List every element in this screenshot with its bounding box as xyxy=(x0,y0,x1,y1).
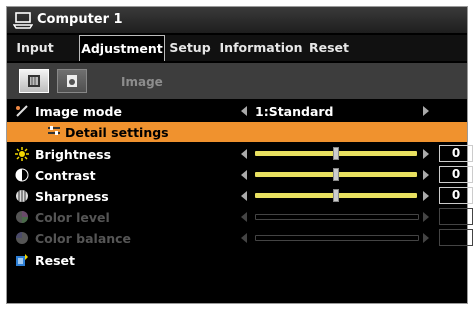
row-brightness[interactable]: Brightness 0 xyxy=(7,144,473,164)
options-icon xyxy=(67,75,77,87)
row-contrast[interactable]: Contrast 0 xyxy=(7,165,473,185)
row-reset[interactable]: Reset xyxy=(7,250,467,270)
image-mode-label: Image mode xyxy=(35,104,122,119)
brightness-value: 0 xyxy=(439,145,473,162)
contrast-label: Contrast xyxy=(35,168,96,183)
left-arrow-icon xyxy=(241,212,247,222)
row-image-mode[interactable]: Image mode 1:Standard xyxy=(7,101,467,121)
computer-input-icon xyxy=(13,12,33,29)
color-level-value xyxy=(439,208,473,225)
brightness-slider-thumb[interactable] xyxy=(333,147,339,160)
sharpness-icon xyxy=(16,190,28,202)
tab-bar: Input Adjustment Setup Information Reset xyxy=(7,35,467,61)
image-adjust-icon xyxy=(28,75,40,87)
detail-settings-label: Detail settings xyxy=(65,125,169,140)
sharpness-slider-thumb[interactable] xyxy=(333,189,339,202)
options-subtab-button[interactable] xyxy=(57,69,87,93)
window-title: Computer 1 xyxy=(37,12,123,27)
tab-adjustment[interactable]: Adjustment xyxy=(79,35,165,61)
row-sharpness[interactable]: Sharpness 0 xyxy=(7,186,473,206)
right-arrow-icon xyxy=(423,233,429,243)
brightness-sun-icon xyxy=(15,147,29,161)
left-arrow-icon[interactable] xyxy=(241,149,247,159)
detail-settings-icon xyxy=(48,126,60,135)
tab-information[interactable]: Information xyxy=(219,35,303,61)
left-arrow-icon xyxy=(241,233,247,243)
row-color-balance: Color balance xyxy=(7,228,473,248)
image-mode-value: 1:Standard xyxy=(255,104,334,119)
right-arrow-icon[interactable] xyxy=(423,191,429,201)
left-arrow-icon[interactable] xyxy=(241,191,247,201)
image-mode-icon xyxy=(16,105,28,117)
right-arrow-icon[interactable] xyxy=(423,106,429,116)
color-balance-label: Color balance xyxy=(35,231,132,246)
projector-osd-menu: Computer 1 Input Adjustment Setup Inform… xyxy=(6,6,473,304)
color-balance-icon xyxy=(16,232,28,244)
image-subtab-button[interactable] xyxy=(19,69,49,93)
contrast-slider-thumb[interactable] xyxy=(333,168,339,181)
sharpness-value: 0 xyxy=(439,187,473,204)
screen-frame: Computer 1 Input Adjustment Setup Inform… xyxy=(0,0,474,310)
contrast-icon xyxy=(15,168,29,182)
title-bar: Computer 1 xyxy=(7,7,467,33)
row-detail-settings[interactable]: Detail settings xyxy=(7,122,467,142)
right-arrow-icon[interactable] xyxy=(423,149,429,159)
brightness-label: Brightness xyxy=(35,147,112,162)
reset-icon xyxy=(16,254,28,266)
sharpness-label: Sharpness xyxy=(35,189,109,204)
color-balance-slider-track xyxy=(255,235,419,241)
reset-label: Reset xyxy=(35,253,75,268)
sub-tab-bar: Image xyxy=(7,63,467,99)
contrast-value: 0 xyxy=(439,166,473,183)
color-level-slider-track xyxy=(255,214,419,220)
color-level-label: Color level xyxy=(35,210,110,225)
color-balance-value xyxy=(439,229,473,246)
subtab-label: Image xyxy=(121,75,163,89)
left-arrow-icon[interactable] xyxy=(241,170,247,180)
tab-input[interactable]: Input xyxy=(13,35,57,61)
row-color-level: Color level xyxy=(7,207,473,227)
color-level-icon xyxy=(16,211,28,223)
right-arrow-icon[interactable] xyxy=(423,170,429,180)
tab-setup[interactable]: Setup xyxy=(167,35,213,61)
tab-reset[interactable]: Reset xyxy=(307,35,351,61)
right-arrow-icon xyxy=(423,212,429,222)
left-arrow-icon[interactable] xyxy=(241,106,247,116)
